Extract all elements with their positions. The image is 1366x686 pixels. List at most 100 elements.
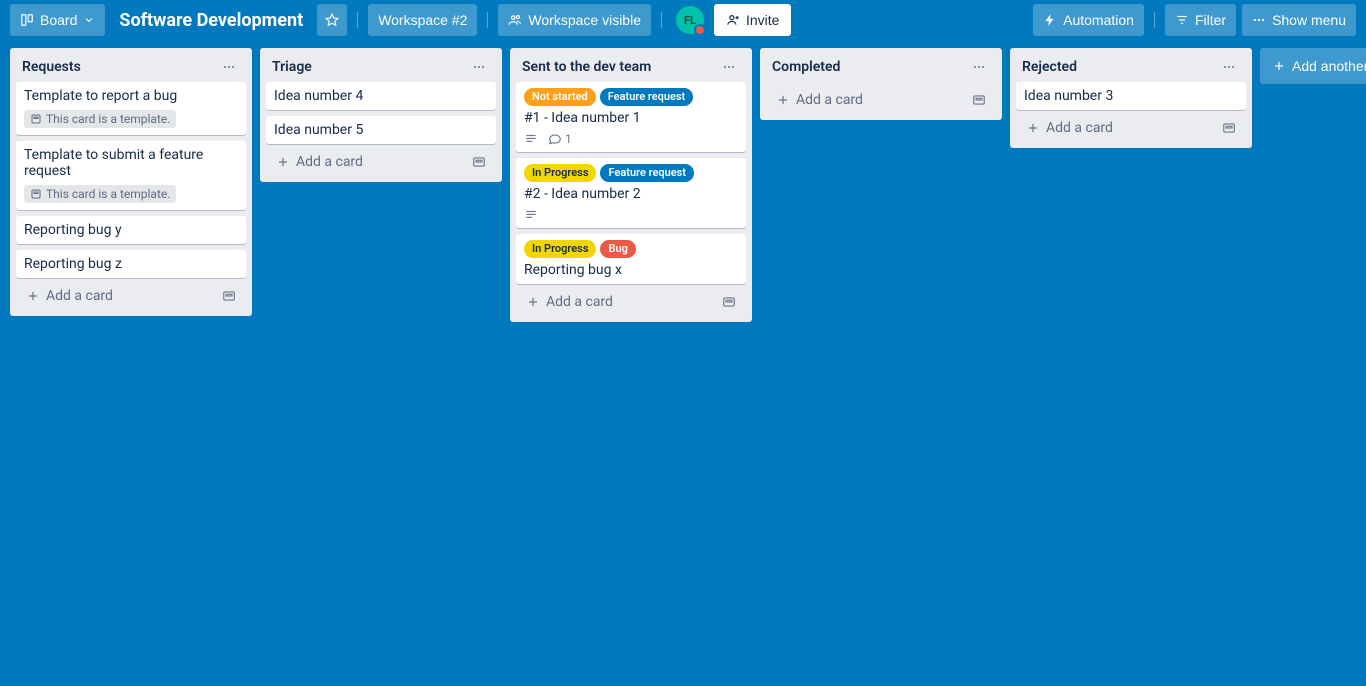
list-menu-button[interactable] [718,58,740,76]
add-card-button[interactable]: Add a card [772,88,968,112]
card-list: Idea number 3 [1016,82,1246,110]
visibility-button-label: Workspace visible [528,12,641,28]
list: Completed Add a card [760,48,1002,120]
card-labels: In ProgressFeature request [524,164,738,182]
label-feature-request[interactable]: Feature request [600,88,694,106]
workspace-button[interactable]: Workspace #2 [368,4,477,36]
invite-button[interactable]: Invite [714,4,791,36]
card-title: Idea number 5 [274,122,488,138]
star-icon [325,13,339,27]
card-title: Template to submit a feature request [24,147,238,179]
card[interactable]: Idea number 4 [266,82,496,110]
user-plus-icon [726,13,740,27]
card-labels: In ProgressBug [524,240,738,258]
filter-button[interactable]: Filter [1165,4,1236,36]
template-badge-label: This card is a template. [46,187,170,201]
card-template-icon [722,295,736,309]
card[interactable]: In ProgressFeature request#2 - Idea numb… [516,158,746,228]
list-header: Triage [266,54,496,82]
plus-icon [1272,59,1286,73]
card-template-icon [472,155,486,169]
card[interactable]: Template to submit a feature request This… [16,141,246,210]
plus-icon [776,93,790,107]
view-switcher[interactable]: Board [10,4,105,36]
plus-icon [276,155,290,169]
template-badge-label: This card is a template. [46,112,170,126]
card-template-icon [972,93,986,107]
list-header: Sent to the dev team [516,54,746,82]
list-menu-button[interactable] [968,58,990,76]
add-card-button[interactable]: Add a card [522,290,718,314]
list-footer: Add a card [766,82,996,114]
create-from-template-button[interactable] [968,89,990,111]
card[interactable]: Template to report a bug This card is a t… [16,82,246,135]
star-button[interactable] [317,4,347,36]
list-title[interactable]: Sent to the dev team [522,59,651,75]
board-header: Board Software Development Workspace #2 … [0,0,1366,40]
label-in-progress[interactable]: In Progress [524,164,596,182]
list-title[interactable]: Triage [272,59,312,75]
bolt-icon [1043,13,1057,27]
comment-icon [548,132,562,146]
card-title: Reporting bug x [524,262,738,278]
add-another-list-label: Add another list [1292,58,1366,74]
card-title: #1 - Idea number 1 [524,110,738,126]
create-from-template-button[interactable] [718,291,740,313]
chevron-down-icon [83,14,95,26]
add-card-label: Add a card [1046,120,1113,136]
add-card-button[interactable]: Add a card [22,284,218,308]
add-card-label: Add a card [796,92,863,108]
list-footer: Add a card [16,278,246,310]
list-menu-button[interactable] [218,58,240,76]
list-menu-button[interactable] [468,58,490,76]
list-title[interactable]: Completed [772,59,840,75]
card[interactable]: In ProgressBug Reporting bug x [516,234,746,284]
avatar-badge-icon [694,24,706,36]
label-not-started[interactable]: Not started [524,88,596,106]
divider [661,12,662,28]
list-title[interactable]: Rejected [1022,59,1077,75]
automation-button[interactable]: Automation [1033,4,1144,36]
add-card-button[interactable]: Add a card [1022,116,1218,140]
list: Sent to the dev teamNot startedFeature r… [510,48,752,322]
divider [357,12,358,28]
description-icon [524,132,538,146]
workspace-button-label: Workspace #2 [378,12,467,28]
avatar-initials: FL [684,14,696,27]
card[interactable]: Reporting bug y [16,216,246,244]
list-header: Rejected [1016,54,1246,82]
label-feature-request[interactable]: Feature request [600,164,694,182]
plus-icon [526,295,540,309]
member-avatar[interactable]: FL [676,6,704,34]
card-labels: Not startedFeature request [524,88,738,106]
label-in-progress[interactable]: In Progress [524,240,596,258]
card[interactable]: Idea number 5 [266,116,496,144]
filter-icon [1175,13,1189,27]
card-badges: 1 [524,132,738,146]
template-icon [30,113,42,125]
list-menu-button[interactable] [1218,58,1240,76]
card-title: Reporting bug y [24,222,238,238]
board-title[interactable]: Software Development [111,10,311,31]
visibility-button[interactable]: Workspace visible [498,4,651,36]
card-title: Reporting bug z [24,256,238,272]
add-another-list-button[interactable]: Add another list [1260,48,1366,84]
create-from-template-button[interactable] [468,151,490,173]
card-list: Template to report a bug This card is a t… [16,82,246,278]
card-title: Template to report a bug [24,88,238,104]
card[interactable]: Idea number 3 [1016,82,1246,110]
label-bug[interactable]: Bug [600,240,635,258]
list-footer: Add a card [266,144,496,176]
card-template-icon [222,289,236,303]
description-badge [524,208,538,222]
list-title[interactable]: Requests [22,59,81,75]
add-card-button[interactable]: Add a card [272,150,468,174]
card[interactable]: Reporting bug z [16,250,246,278]
card[interactable]: Not startedFeature request #1 - Idea numb… [516,82,746,152]
list-header: Completed [766,54,996,82]
create-from-template-button[interactable] [218,285,240,307]
list-header: Requests [16,54,246,82]
dots-icon [1252,13,1266,27]
show-menu-button[interactable]: Show menu [1242,4,1356,36]
create-from-template-button[interactable] [1218,117,1240,139]
